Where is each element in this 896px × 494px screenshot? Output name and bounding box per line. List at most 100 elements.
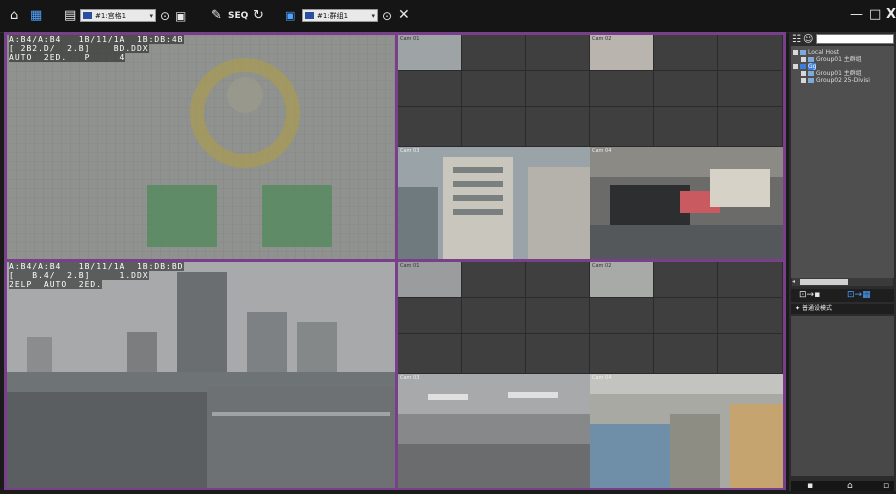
play-circle-icon[interactable]: ⊙ xyxy=(160,8,170,24)
mode-label: 普通设模式 xyxy=(801,305,832,312)
sub-tile[interactable] xyxy=(654,71,718,107)
multi-view-tab-icon[interactable]: ⊡→▦ xyxy=(847,287,871,303)
chevron-down-icon: ▾ xyxy=(149,12,153,20)
scrollbar-thumb[interactable] xyxy=(800,279,848,285)
sub-tile[interactable] xyxy=(590,107,654,147)
top-toolbar: ⌂ ▦ ▤ #1:宫格1 ▾ ⊙ ▣ ✎ SEQ ↻ ▣ #1:群组1 ▾ ⊙ … xyxy=(0,0,896,33)
sub-tile[interactable] xyxy=(526,298,590,334)
search-input[interactable] xyxy=(816,34,894,44)
video-pane-3[interactable]: A:B4/A:B4 1B/11/1A 1B:DB:BD [ B.4/ 2.B] … xyxy=(7,262,395,488)
sub-tile[interactable] xyxy=(718,71,783,107)
osd-line-2: [ 2B2.D/ 2.B] BD.DDX xyxy=(9,44,149,53)
folder-icon xyxy=(808,57,814,62)
sub-tile-large[interactable]: Cam 03 xyxy=(398,374,590,488)
tree-item[interactable]: Group01 主群组 xyxy=(801,56,862,63)
sub-tile-large[interactable]: Cam 04 xyxy=(590,147,783,259)
sub-tile[interactable]: Cam 01 xyxy=(398,35,462,71)
single-view-tab-icon[interactable]: ⊡→▪ xyxy=(799,287,820,303)
settings-icon[interactable]: ▫ xyxy=(883,478,889,494)
layout-select[interactable]: #1:宫格1 ▾ xyxy=(80,9,156,22)
camera-feed-image xyxy=(7,262,395,488)
sub-tile[interactable] xyxy=(398,334,462,374)
camera-feed-image xyxy=(398,147,590,259)
sub-tile[interactable] xyxy=(462,71,526,107)
seq-button[interactable]: SEQ xyxy=(228,8,248,24)
sub-tile[interactable] xyxy=(718,298,783,334)
sub-tile[interactable] xyxy=(526,71,590,107)
tree-item[interactable]: Group02 25-Divisi xyxy=(801,77,870,84)
close-icon[interactable]: X xyxy=(886,7,896,23)
refresh-icon[interactable]: ↻ xyxy=(253,8,264,24)
video-pane-1[interactable]: A:B4/A:B4 1B/11/1A 1B:DB:4B [ 2B2.D/ 2.B… xyxy=(7,35,395,259)
host-icon xyxy=(800,50,806,55)
tree-item[interactable]: Group01 主群组 xyxy=(801,70,862,77)
sub-tile[interactable] xyxy=(718,107,783,147)
sub-tile[interactable] xyxy=(718,262,783,298)
sub-tile[interactable] xyxy=(718,334,783,374)
sub-tile[interactable] xyxy=(462,262,526,298)
maximize-icon[interactable]: □ xyxy=(869,7,881,23)
layout-chip-icon xyxy=(83,12,92,19)
sub-tile[interactable] xyxy=(654,35,718,71)
folder-icon xyxy=(808,71,814,76)
sub-tile[interactable] xyxy=(654,298,718,334)
expand-icon[interactable] xyxy=(801,57,806,62)
panel-tabs: ⊡→▪ ⊡→▦ xyxy=(791,289,894,302)
scroll-left-icon[interactable]: ◂ xyxy=(792,278,795,286)
sub-tile-large[interactable]: Cam 03 xyxy=(398,147,590,259)
sub-tile[interactable] xyxy=(654,262,718,298)
mode-bar[interactable]: ✦ 普通设模式 xyxy=(791,304,894,314)
expand-icon[interactable] xyxy=(801,78,806,83)
home-icon[interactable]: ⌂ xyxy=(10,8,18,24)
edit-icon[interactable]: ✎ xyxy=(211,8,222,24)
expand-icon[interactable] xyxy=(801,71,806,76)
sub-tile[interactable]: Cam 02 xyxy=(590,35,654,71)
delete-icon[interactable]: ⌂ xyxy=(847,478,853,494)
sub-tile[interactable] xyxy=(462,35,526,71)
tree-item[interactable]: Local Host xyxy=(793,49,839,56)
sub-tile[interactable] xyxy=(526,334,590,374)
sub-tile[interactable] xyxy=(398,71,462,107)
preset-list xyxy=(791,316,894,476)
mode-icon: ✦ xyxy=(795,305,801,312)
osd-line-3: 2ELP AUTO 2ED. xyxy=(9,280,103,289)
add-icon[interactable]: ▪ xyxy=(807,478,813,494)
sub-tile[interactable] xyxy=(398,107,462,147)
sub-tile[interactable] xyxy=(590,334,654,374)
sub-tile[interactable]: Cam 02 xyxy=(590,262,654,298)
minimize-icon[interactable]: — xyxy=(850,7,863,23)
grid-view-icon[interactable]: ▦ xyxy=(30,8,42,24)
video-pane-2[interactable]: Cam 01 Cam 02 Cam 03 Cam 04 xyxy=(398,35,783,259)
save-icon[interactable]: ▣ xyxy=(175,8,186,24)
sub-tile[interactable] xyxy=(590,71,654,107)
sub-tile[interactable] xyxy=(654,107,718,147)
host-icon xyxy=(800,64,806,69)
sub-tile[interactable] xyxy=(462,334,526,374)
camera-feed-image xyxy=(590,147,783,259)
close-group-icon[interactable]: ✕ xyxy=(398,7,410,23)
horizontal-scrollbar[interactable]: ◂ xyxy=(792,278,893,286)
sub-tile[interactable] xyxy=(526,262,590,298)
sub-tile-large[interactable]: Cam 04 xyxy=(590,374,783,488)
tree-item[interactable]: Gg xyxy=(793,63,817,70)
video-pane-4[interactable]: Cam 01 Cam 02 Cam 03 Cam 04 xyxy=(398,262,783,488)
sub-tile[interactable] xyxy=(590,298,654,334)
sub-tile[interactable] xyxy=(718,35,783,71)
sub-tile[interactable] xyxy=(462,298,526,334)
sub-tile[interactable] xyxy=(398,298,462,334)
osd-line-3: AUTO 2ED. P 4 xyxy=(9,53,126,62)
panel-bottom-bar: ▪ ⌂ ▫ xyxy=(791,481,894,491)
expand-icon[interactable] xyxy=(793,50,798,55)
expand-icon[interactable] xyxy=(793,64,798,69)
camera-feed-image xyxy=(7,35,395,259)
sub-tile[interactable]: Cam 01 xyxy=(398,262,462,298)
sub-tile[interactable] xyxy=(654,334,718,374)
sub-tile[interactable] xyxy=(526,35,590,71)
group-icon[interactable]: ▣ xyxy=(285,8,295,24)
group-select[interactable]: #1:群组1 ▾ xyxy=(302,9,378,22)
play-circle-icon[interactable]: ⊙ xyxy=(382,8,392,24)
layout-icon[interactable]: ▤ xyxy=(64,8,76,24)
sub-tile[interactable] xyxy=(462,107,526,147)
device-tree: Local Host Group01 主群组 Gg Group01 主群组 Gr… xyxy=(791,46,894,278)
sub-tile[interactable] xyxy=(526,107,590,147)
